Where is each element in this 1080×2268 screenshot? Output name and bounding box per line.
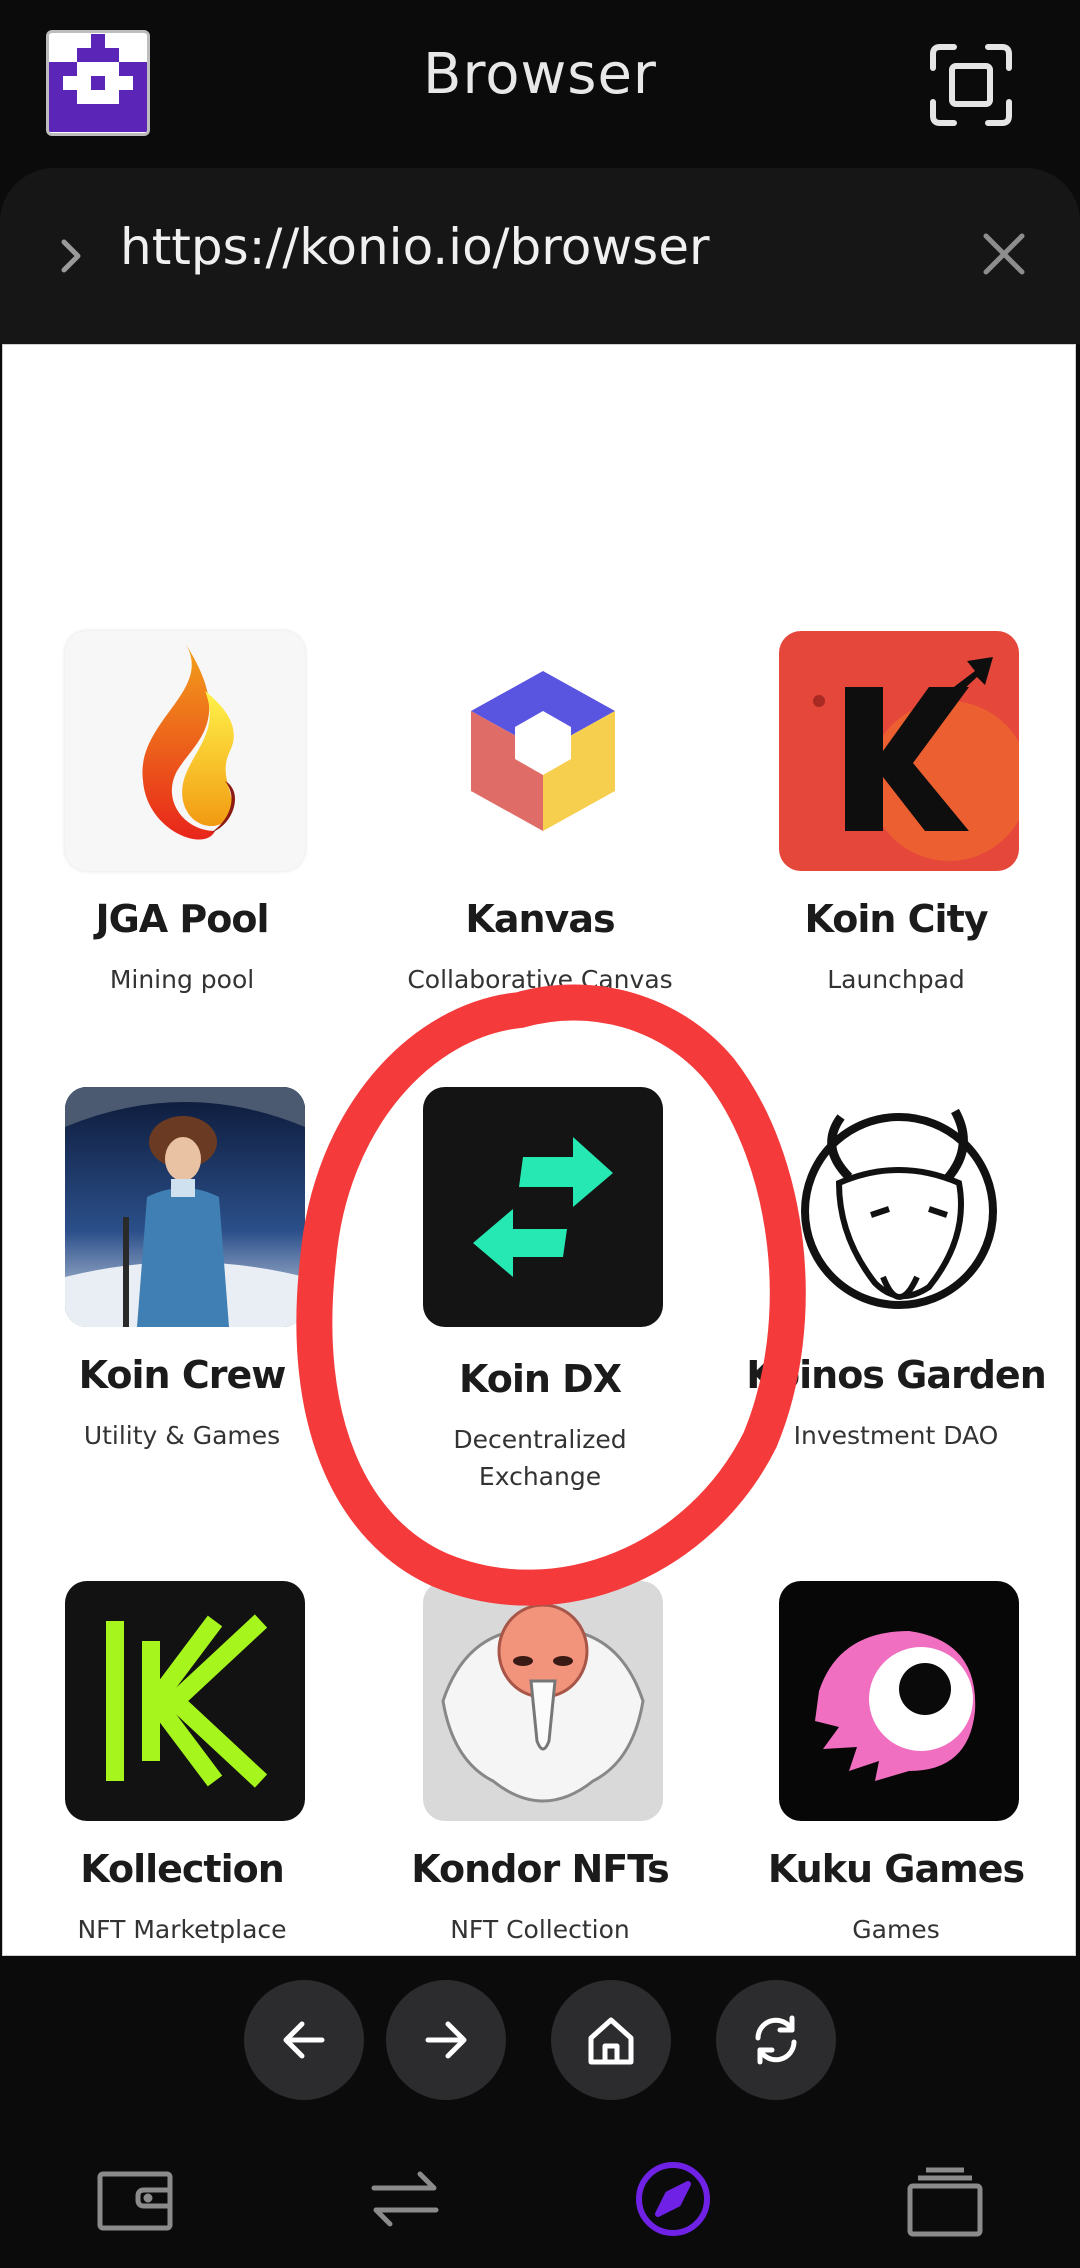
chevron-right-icon[interactable] (52, 226, 92, 286)
condor-icon (423, 1581, 663, 1821)
app-description: Games (852, 1915, 940, 1944)
wallet-icon[interactable] (92, 2156, 178, 2242)
app-name: Kuku Games (767, 1847, 1025, 1891)
fullscreen-icon[interactable] (928, 42, 1014, 128)
top-bar: Browser (0, 0, 1080, 168)
refresh-button[interactable] (716, 1980, 836, 2100)
back-button[interactable] (244, 1980, 364, 2100)
cube-icon (423, 631, 663, 871)
home-button[interactable] (551, 1980, 671, 2100)
refresh-icon (755, 2015, 797, 2065)
stack-icon[interactable] (902, 2156, 988, 2242)
kuku-eye-icon (779, 1581, 1019, 1821)
app-description: Decentralized Exchange (453, 1425, 627, 1491)
browser-nav-bar (0, 1956, 1080, 2136)
home-icon (588, 2017, 634, 2065)
swap-arrows-icon (423, 1087, 663, 1327)
app-name: Koinos Garden (746, 1353, 1047, 1397)
compass-icon[interactable] (630, 2156, 716, 2242)
flame-icon (65, 631, 305, 871)
goat-icon (779, 1087, 1019, 1327)
bottom-tab-bar (0, 2136, 1080, 2268)
forward-button[interactable] (386, 1980, 506, 2100)
browser-webview[interactable]: JGA Pool Mining pool Kanvas Collaborativ… (2, 344, 1076, 1956)
close-icon[interactable] (976, 226, 1032, 282)
app-description: Mining pool (109, 965, 255, 994)
app-description: NFT Collection (450, 1915, 630, 1944)
app-description: NFT Marketplace (77, 1915, 287, 1944)
app-name: Kollection (80, 1847, 285, 1891)
app-name: Koin DX (458, 1357, 622, 1401)
app-name: Kondor NFTs (411, 1847, 669, 1891)
app-name: Kanvas (465, 897, 615, 941)
app-description: Utility & Games (83, 1421, 281, 1450)
kollection-icon (65, 1581, 305, 1821)
app-description: Collaborative Canvas (407, 965, 673, 994)
app-name: JGA Pool (95, 897, 269, 941)
app-name: Koin Crew (78, 1353, 287, 1397)
koin-crew-icon (65, 1087, 305, 1327)
app-description: Investment DAO (793, 1421, 999, 1450)
url-input[interactable]: https://konio.io/browser (120, 218, 710, 276)
back-icon (283, 2021, 325, 2059)
koin-city-icon (779, 631, 1019, 871)
app-name: Koin City (804, 897, 988, 941)
forward-icon (425, 2021, 467, 2059)
page-title: Browser (423, 42, 657, 107)
url-bar: https://konio.io/browser (0, 168, 1080, 344)
app-description: Launchpad (827, 965, 965, 994)
swap-icon[interactable] (362, 2156, 448, 2242)
